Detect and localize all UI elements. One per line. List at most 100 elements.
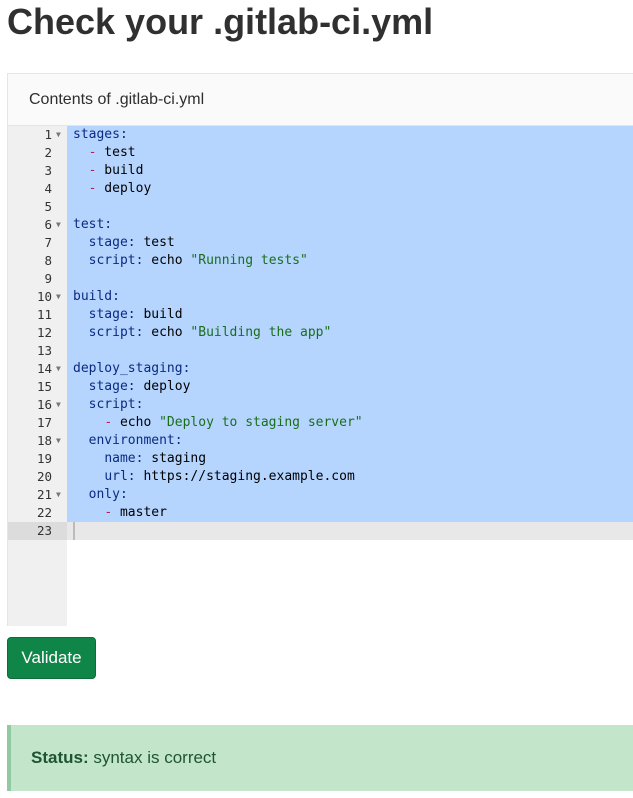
line-number: 9: [44, 271, 52, 286]
gutter-cell: 5: [8, 198, 67, 216]
line-number: 20: [36, 469, 52, 484]
code-line[interactable]: 5: [8, 198, 633, 216]
code-text: only:: [67, 486, 633, 504]
code-token: only:: [88, 487, 128, 502]
code-text: build:: [67, 288, 633, 306]
line-number: 16: [36, 397, 52, 412]
line-number: 12: [36, 325, 52, 340]
line-number: 23: [36, 523, 52, 538]
gutter-cell: 20: [8, 468, 67, 486]
line-number: 14: [36, 361, 52, 376]
gutter-cell: 21 ▼: [8, 486, 67, 504]
code-line[interactable]: 20 url: https://staging.example.com: [8, 468, 633, 486]
code-line[interactable]: 23: [8, 522, 633, 540]
gutter-cell: 23: [8, 522, 67, 540]
code-line[interactable]: 15 stage: deploy: [8, 378, 633, 396]
line-number: 1: [44, 127, 52, 142]
fold-toggle-icon[interactable]: ▼: [56, 432, 61, 450]
line-number: 21: [36, 487, 52, 502]
code-token: staging: [143, 451, 207, 466]
code-token: "Running tests": [190, 253, 308, 268]
code-text: environment:: [67, 432, 633, 450]
line-number: 3: [44, 163, 52, 178]
code-line[interactable]: 8 script: echo "Running tests": [8, 252, 633, 270]
page-title: Check your .gitlab-ci.yml: [7, 1, 434, 42]
gutter-cell: 12: [8, 324, 67, 342]
gutter-cell: 7: [8, 234, 67, 252]
code-line[interactable]: 4 - deploy: [8, 180, 633, 198]
line-number: 6: [44, 217, 52, 232]
code-line[interactable]: 7 stage: test: [8, 234, 633, 252]
code-line[interactable]: 11 stage: build: [8, 306, 633, 324]
code-text: script:: [67, 396, 633, 414]
code-token: script:: [88, 253, 144, 268]
code-line[interactable]: 3 - build: [8, 162, 633, 180]
text-cursor: [73, 522, 75, 540]
code-token: stage:: [88, 235, 136, 250]
fold-toggle-icon[interactable]: ▼: [56, 216, 61, 234]
code-token: script:: [88, 325, 144, 340]
gutter-cell: 3: [8, 162, 67, 180]
code-line[interactable]: 14 ▼ deploy_staging:: [8, 360, 633, 378]
gutter-cell: 6 ▼: [8, 216, 67, 234]
gutter-cell: 4: [8, 180, 67, 198]
fold-toggle-icon[interactable]: ▼: [56, 126, 61, 144]
code-text: stage: test: [67, 234, 633, 252]
code-line[interactable]: 2 - test: [8, 144, 633, 162]
fold-toggle-icon[interactable]: ▼: [56, 486, 61, 504]
code-token: echo: [143, 253, 191, 268]
gutter-cell: 18 ▼: [8, 432, 67, 450]
fold-toggle-icon[interactable]: ▼: [56, 360, 61, 378]
yaml-editor-panel: Contents of .gitlab-ci.yml 1 ▼ stages: 2 - …: [7, 73, 633, 626]
code-token: stage:: [88, 307, 136, 322]
code-line[interactable]: 10 ▼ build:: [8, 288, 633, 306]
code-line[interactable]: 6 ▼ test:: [8, 216, 633, 234]
gutter-cell: 16 ▼: [8, 396, 67, 414]
code-token: build: [135, 307, 183, 322]
code-token: stages:: [73, 127, 128, 142]
code-text: stage: build: [67, 306, 633, 324]
code-text: name: staging: [67, 450, 633, 468]
line-number: 2: [44, 145, 52, 160]
code-line[interactable]: 16 ▼ script:: [8, 396, 633, 414]
code-token: https://staging.example.com: [135, 469, 355, 484]
code-text: stages:: [67, 126, 633, 144]
gutter-cell: 22: [8, 504, 67, 522]
gutter-cell: 10 ▼: [8, 288, 67, 306]
line-number: 15: [36, 379, 52, 394]
code-token: build:: [73, 289, 120, 304]
code-text: deploy_staging:: [67, 360, 633, 378]
code-line[interactable]: 21 ▼ only:: [8, 486, 633, 504]
fold-toggle-icon[interactable]: ▼: [56, 288, 61, 306]
code-text: - echo "Deploy to staging server": [67, 414, 633, 432]
code-editor[interactable]: 1 ▼ stages: 2 - test 3 - build 4 - deploy 5 6 ▼ t…: [8, 126, 633, 626]
status-label: Status:: [31, 748, 89, 767]
gutter-cell: 15: [8, 378, 67, 396]
code-line[interactable]: 22 - master: [8, 504, 633, 522]
code-text: - test: [67, 144, 633, 162]
code-line[interactable]: 19 name: staging: [8, 450, 633, 468]
code-line[interactable]: 12 script: echo "Building the app": [8, 324, 633, 342]
fold-toggle-icon[interactable]: ▼: [56, 396, 61, 414]
code-text: url: https://staging.example.com: [67, 468, 633, 486]
gutter-cell: 1 ▼: [8, 126, 67, 144]
code-line[interactable]: 17 - echo "Deploy to staging server": [8, 414, 633, 432]
line-number: 13: [36, 343, 52, 358]
code-line[interactable]: 13: [8, 342, 633, 360]
line-number: 4: [44, 181, 52, 196]
code-token: deploy_staging:: [73, 361, 191, 376]
code-line[interactable]: 18 ▼ environment:: [8, 432, 633, 450]
status-text: syntax is correct: [88, 748, 217, 767]
code-line[interactable]: 1 ▼ stages:: [8, 126, 633, 144]
code-token: stage:: [88, 379, 136, 394]
code-line[interactable]: 9: [8, 270, 633, 288]
validate-button[interactable]: Validate: [7, 637, 96, 679]
gutter-cell: 2: [8, 144, 67, 162]
